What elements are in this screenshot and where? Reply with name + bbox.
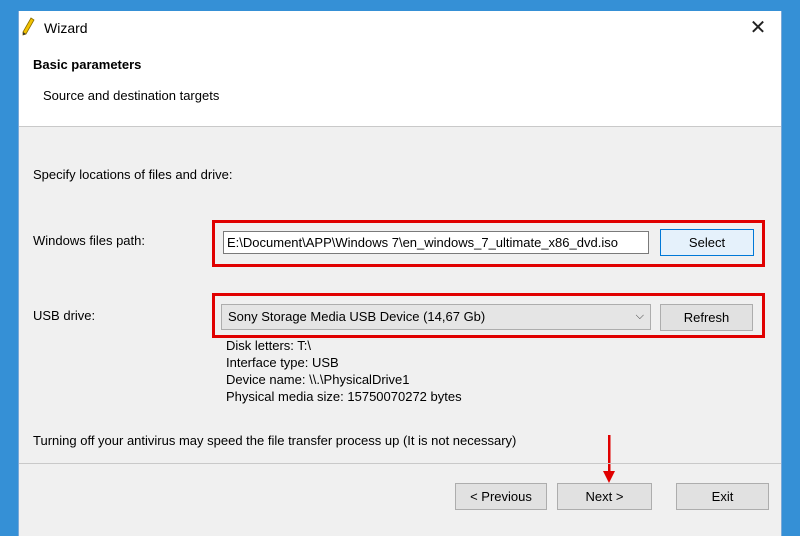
exit-button[interactable]: Exit — [676, 483, 769, 510]
physical-media-size: Physical media size: 15750070272 bytes — [226, 389, 462, 404]
wizard-header: Basic parameters Source and destination … — [19, 43, 781, 127]
windows-path-field[interactable]: E:\Document\APP\Windows 7\en_windows_7_u… — [223, 231, 649, 254]
usb-drive-label: USB drive: — [33, 308, 96, 323]
intro-text: Specify locations of files and drive: — [33, 167, 233, 182]
disk-letters: Disk letters: T:\ — [226, 338, 312, 353]
title-bar: Wizard ✕ — [19, 11, 781, 43]
page-title: Basic parameters — [33, 57, 142, 72]
interface-type: Interface type: USB — [226, 355, 339, 370]
window-title: Wizard — [44, 20, 88, 36]
pencil-icon — [22, 17, 35, 36]
page-subtitle: Source and destination targets — [43, 88, 220, 103]
antivirus-note: Turning off your antivirus may speed the… — [33, 433, 517, 448]
select-button[interactable]: Select — [660, 229, 754, 256]
chevron-down-icon: ⌵ — [635, 310, 644, 322]
down-arrow-icon — [603, 435, 615, 483]
previous-button[interactable]: < Previous — [455, 483, 547, 510]
next-button[interactable]: Next > — [557, 483, 652, 510]
device-name: Device name: \\.\PhysicalDrive1 — [226, 372, 410, 387]
refresh-button[interactable]: Refresh — [660, 304, 753, 331]
close-icon[interactable]: ✕ — [735, 11, 781, 43]
footer-divider — [19, 463, 781, 464]
usb-drive-value: Sony Storage Media USB Device (14,67 Gb) — [228, 309, 486, 324]
wizard-window: Wizard ✕ Basic parameters Source and des… — [18, 11, 782, 536]
usb-drive-select[interactable]: Sony Storage Media USB Device (14,67 Gb)… — [221, 304, 651, 330]
windows-path-label: Windows files path: — [33, 233, 145, 248]
